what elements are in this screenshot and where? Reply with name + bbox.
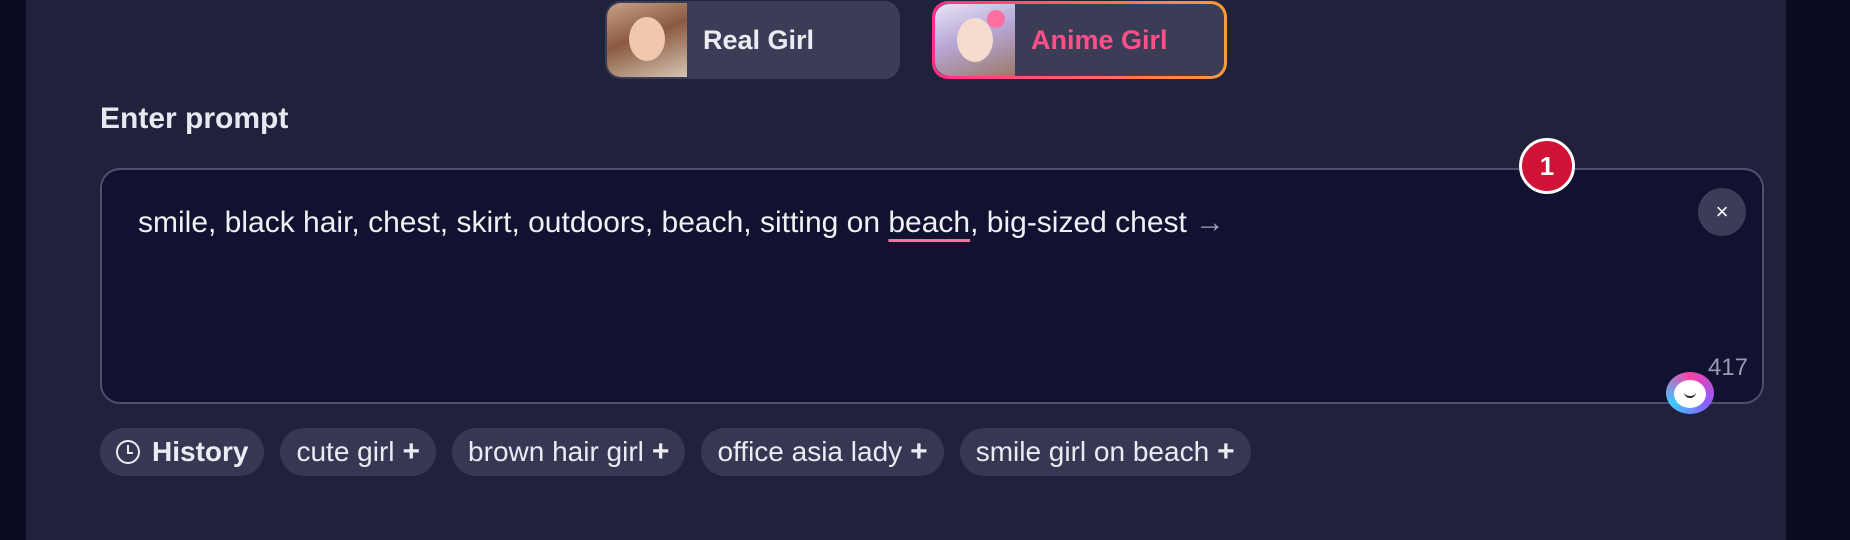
- close-icon: ×: [1715, 199, 1729, 224]
- prompt-text-end: , big-sized chest: [970, 206, 1187, 239]
- plus-icon: +: [910, 435, 928, 468]
- chip-label: cute girl: [296, 436, 395, 467]
- real-girl-label: Real Girl: [703, 24, 815, 55]
- chip-office-asia-lady[interactable]: office asia lady +: [701, 428, 944, 476]
- chip-label: smile girl on beach: [975, 436, 1210, 467]
- chip-label: office asia lady: [717, 436, 903, 467]
- clock-icon: [116, 440, 140, 464]
- prompt-heading: Enter prompt: [100, 102, 289, 135]
- chip-smile-girl-on-beach[interactable]: smile girl on beach +: [959, 428, 1251, 476]
- history-label: History: [152, 436, 249, 467]
- real-girl-thumbnail: [607, 3, 687, 77]
- history-button[interactable]: History: [100, 428, 265, 476]
- prompt-textarea[interactable]: smile, black hair, chest, skirt, outdoor…: [100, 168, 1764, 404]
- plus-icon: +: [402, 435, 421, 468]
- assistant-icon[interactable]: [1666, 372, 1714, 414]
- anime-girl-thumbnail: [935, 4, 1015, 76]
- plus-icon: +: [1217, 435, 1235, 468]
- real-girl-toggle[interactable]: Real Girl: [605, 1, 900, 79]
- chip-label: brown hair girl: [468, 436, 644, 467]
- anime-girl-label: Anime Girl: [1031, 24, 1168, 55]
- prompt-text: smile, black hair, chest, skirt, outdoor…: [138, 206, 1225, 240]
- chip-cute-girl[interactable]: cute girl +: [280, 428, 437, 476]
- anime-girl-toggle[interactable]: Anime Girl: [932, 1, 1227, 79]
- clear-prompt-button[interactable]: ×: [1698, 188, 1746, 236]
- plus-icon: +: [651, 435, 670, 468]
- generator-panel: Real Girl Anime Girl Enter prompt smile,…: [26, 0, 1786, 540]
- spellcheck-underlined-word[interactable]: beach: [888, 206, 970, 239]
- suggestion-chips: History cute girl + brown hair girl + offi…: [100, 428, 1251, 476]
- prompt-text-start: smile, black hair, chest, skirt, outdoor…: [138, 206, 889, 239]
- notification-badge[interactable]: 1: [1519, 138, 1575, 194]
- arrow-right-icon: →: [1194, 206, 1225, 239]
- chip-brown-hair-girl[interactable]: brown hair girl +: [452, 428, 686, 476]
- character-count: 417: [1707, 354, 1748, 381]
